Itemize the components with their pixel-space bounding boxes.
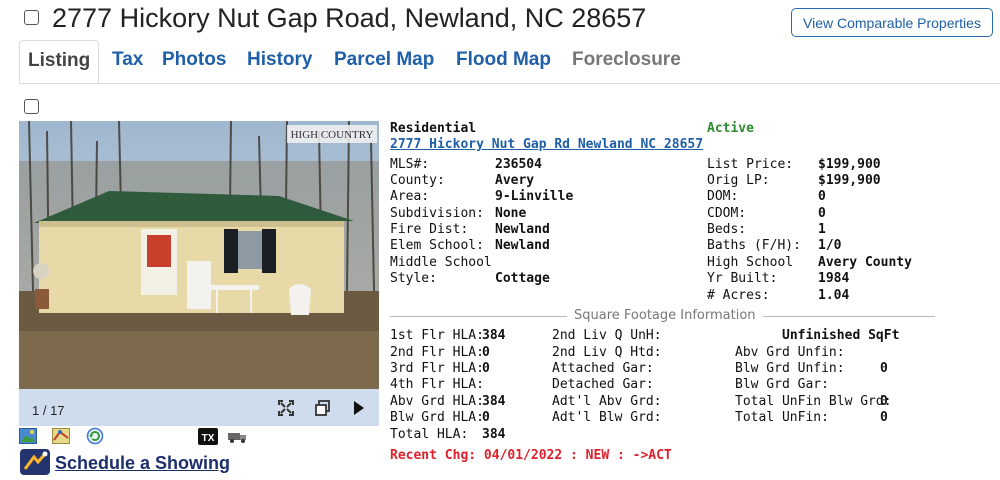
field-label: Subdivision: [390, 206, 484, 221]
field-label: CDOM: [707, 206, 747, 221]
field-label: Blw Grd Gar: [735, 377, 829, 392]
photo-controls: 1 / 17 [19, 389, 379, 426]
field-value: Newland [495, 222, 550, 237]
field-label: Total UnFin Blw Grd: [735, 394, 892, 409]
field-value: None [495, 206, 527, 221]
unfinished-heading: Unfinished SqFt [782, 328, 900, 343]
field-value: 384 [482, 394, 506, 409]
field-label: 2nd Flr HLA: [390, 345, 484, 360]
field-value: 0 [818, 189, 826, 204]
field-label: Abv Grd Unfin: [735, 345, 845, 360]
schedule-showing-link[interactable]: Schedule a Showing [55, 453, 230, 474]
field-label: DOM: [707, 189, 739, 204]
field-label: Fire Dist: [390, 222, 469, 237]
tab-divider [19, 83, 1000, 84]
field-label: Beds: [707, 222, 747, 237]
field-label: High School [707, 255, 794, 270]
field-label: 1st Flr HLA: [390, 328, 484, 343]
field-label: Adt'l Blw Grd: [552, 410, 662, 425]
refresh-icon[interactable] [86, 427, 104, 450]
tax-icon[interactable]: TX [198, 428, 218, 450]
view-comparable-properties-button[interactable]: View Comparable Properties [791, 8, 993, 37]
select-checkbox-header[interactable] [24, 10, 39, 25]
field-label: MLS#: [390, 157, 430, 172]
status-badge: Active [707, 121, 754, 136]
field-value: Avery [495, 173, 535, 188]
field-label: County: [390, 173, 445, 188]
popout-icon[interactable] [315, 400, 331, 421]
field-value: 1984 [818, 271, 850, 286]
tab-photos[interactable]: Photos [162, 40, 226, 84]
field-label: Blw Grd Unfin: [735, 361, 845, 376]
field-label: List Price: [707, 157, 794, 172]
field-value: 384 [482, 427, 506, 442]
tab-tax[interactable]: Tax [112, 40, 143, 84]
field-label: Abv Grd HLA: [390, 394, 484, 409]
field-value: 0 [482, 410, 490, 425]
field-value: 0 [818, 206, 826, 221]
field-label: Total HLA: [390, 427, 469, 442]
truck-icon[interactable] [228, 430, 248, 448]
field-label: Baths (F/H): [707, 238, 801, 253]
field-label: Orig LP: [707, 173, 770, 188]
field-value: 1.04 [818, 288, 850, 303]
photo-gallery-icon[interactable] [19, 428, 37, 449]
list-price: $199,900 [818, 157, 881, 172]
tab-listing[interactable]: Listing [19, 40, 100, 84]
field-label: Attached Gar: [552, 361, 654, 376]
field-label: Blw Grd HLA: [390, 410, 484, 425]
field-label: 2nd Liv Q UnH: [552, 328, 662, 343]
field-value: 0 [880, 410, 888, 425]
field-label: Elem School: [390, 238, 484, 253]
property-type: Residential [390, 121, 477, 136]
tab-flood-map[interactable]: Flood Map [456, 40, 551, 84]
field-label: Style: [390, 271, 437, 286]
field-value: 1/0 [818, 238, 842, 253]
field-label: 4th Flr HLA: [390, 377, 484, 392]
section-heading: Square Footage Information [567, 308, 763, 323]
field-value: 0 [880, 361, 888, 376]
field-value: 0 [482, 361, 490, 376]
next-photo-icon[interactable] [353, 401, 365, 420]
recent-change: Recent Chg: 04/01/2022 : NEW : ->ACT [390, 448, 672, 463]
map-icon[interactable] [52, 428, 70, 449]
listing-photo[interactable]: HIGH COUNTRY [19, 121, 379, 389]
tab-foreclosure: Foreclosure [572, 49, 681, 70]
photo-counter: 1 / 17 [32, 403, 65, 418]
fullscreen-icon[interactable] [277, 399, 295, 422]
field-value: 1 [818, 222, 826, 237]
select-checkbox-listing[interactable] [24, 99, 39, 114]
schedule-showing-icon[interactable] [20, 449, 50, 480]
field-label: Area: [390, 189, 430, 204]
field-label: Yr Built: [707, 271, 778, 286]
tab-parcel-map[interactable]: Parcel Map [334, 40, 434, 84]
field-value: Newland [495, 238, 550, 253]
field-label: Middle School [390, 255, 492, 270]
field-label: # Acres: [707, 288, 770, 303]
listing-details: Residential Active 2777 Hickory Nut Gap … [390, 121, 990, 471]
field-label: 2nd Liv Q Htd: [552, 345, 662, 360]
field-label: 3rd Flr HLA: [390, 361, 484, 376]
field-label: Detached Gar: [552, 377, 654, 392]
field-label: Total UnFin: [735, 410, 829, 425]
field-value: 0 [482, 345, 490, 360]
field-value: 236504 [495, 157, 542, 172]
field-value: Avery County [818, 255, 912, 270]
field-value: 9-Linville [495, 189, 574, 204]
photo-watermark: HIGH COUNTRY [291, 129, 374, 141]
field-value: 0 [880, 394, 888, 409]
svg-text:TX: TX [202, 433, 215, 444]
field-label: Adt'l Abv Grd: [552, 394, 662, 409]
field-value: Cottage [495, 271, 550, 286]
address-link[interactable]: 2777 Hickory Nut Gap Rd Newland NC 28657 [390, 137, 703, 152]
tab-history[interactable]: History [247, 40, 312, 84]
field-value: 384 [482, 328, 506, 343]
field-value: $199,900 [818, 173, 881, 188]
page-title: 2777 Hickory Nut Gap Road, Newland, NC 2… [52, 3, 647, 33]
